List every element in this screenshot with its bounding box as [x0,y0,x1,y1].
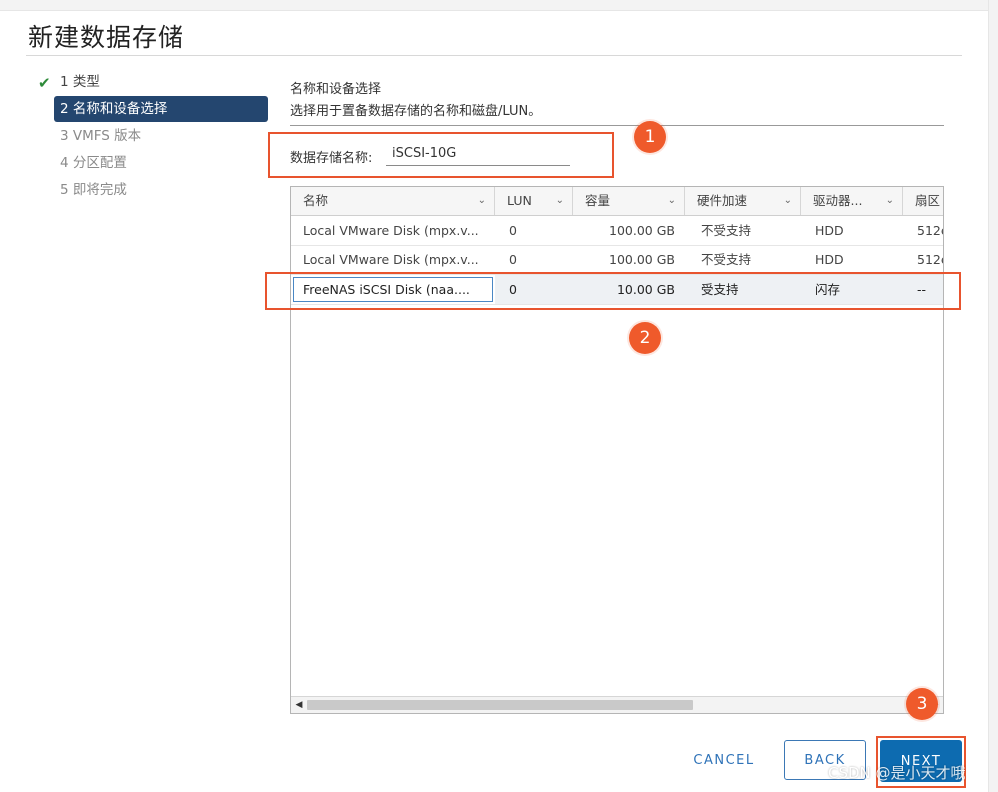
cell-name: Local VMware Disk (mpx.v... [303,223,479,238]
column-label: LUN [507,193,532,208]
scroll-thumb[interactable] [307,700,693,710]
table-row[interactable]: Local VMware Disk (mpx.v... 0 100.00 GB … [291,216,943,246]
column-header-drive-type[interactable]: 驱动器... ⌄ [801,187,903,215]
watermark-text: CSDN @是小天才哦 [828,764,966,782]
check-icon: ✔ [38,74,51,92]
window-top-border [0,0,998,11]
annotation-box-name [268,132,614,178]
step-ready: 5 即将完成 [60,182,127,198]
window-right-border [988,0,998,792]
section-description: 选择用于置备数据存储的名称和磁盘/LUN。 [290,104,542,119]
column-label: 扇区 [915,193,941,208]
column-label: 名称 [303,193,329,208]
cell-drive-type: HDD [815,223,844,238]
cell-sector: 512e [917,223,943,238]
section-title: 名称和设备选择 [290,82,382,97]
cell-lun: 0 [509,252,517,267]
chevron-down-icon[interactable]: ⌄ [556,187,564,215]
annotation-badge-2: 2 [629,322,661,354]
column-label: 容量 [585,193,611,208]
chevron-down-icon[interactable]: ⌄ [478,187,486,215]
annotation-badge-3: 3 [906,688,938,720]
cell-capacity: 100.00 GB [609,252,675,267]
column-header-capacity[interactable]: 容量 ⌄ [573,187,685,215]
step-partition: 4 分区配置 [60,155,127,171]
column-header-lun[interactable]: LUN ⌄ [495,187,573,215]
column-header-hw-accel[interactable]: 硬件加速 ⌄ [685,187,801,215]
cell-hw-accel: 不受支持 [701,223,752,238]
column-label: 硬件加速 [697,193,748,208]
step-vmfs-version: 3 VMFS 版本 [60,128,142,144]
chevron-down-icon[interactable]: ⌄ [668,187,676,215]
chevron-down-icon[interactable]: ⌄ [886,187,894,215]
cell-sector: 512e [917,252,943,267]
section-divider [290,125,944,126]
cell-name: Local VMware Disk (mpx.v... [303,252,479,267]
cell-drive-type: HDD [815,252,844,267]
cell-hw-accel: 不受支持 [701,252,752,267]
step-type[interactable]: 1 类型 [54,69,268,95]
step-name-device[interactable]: 2 名称和设备选择 [54,96,268,122]
title-divider [26,55,962,56]
cell-lun: 0 [509,223,517,238]
scroll-left-icon[interactable]: ◀ [293,699,305,711]
horizontal-scrollbar[interactable]: ◀ ▶ [291,696,943,713]
column-header-sector[interactable]: 扇区 [903,187,943,215]
annotation-box-row [265,272,961,310]
cell-capacity: 100.00 GB [609,223,675,238]
table-row[interactable]: Local VMware Disk (mpx.v... 0 100.00 GB … [291,245,943,275]
annotation-badge-1: 1 [634,121,666,153]
device-table: 名称 ⌄ LUN ⌄ 容量 ⌄ 硬件加速 ⌄ 驱动器... ⌄ 扇区 Local… [290,186,944,714]
table-header: 名称 ⌄ LUN ⌄ 容量 ⌄ 硬件加速 ⌄ 驱动器... ⌄ 扇区 [291,187,943,216]
chevron-down-icon[interactable]: ⌄ [784,187,792,215]
column-header-name[interactable]: 名称 ⌄ [291,187,495,215]
cancel-button[interactable]: CANCEL [682,745,766,775]
dialog-title: 新建数据存储 [28,23,185,52]
column-label: 驱动器... [813,193,863,208]
